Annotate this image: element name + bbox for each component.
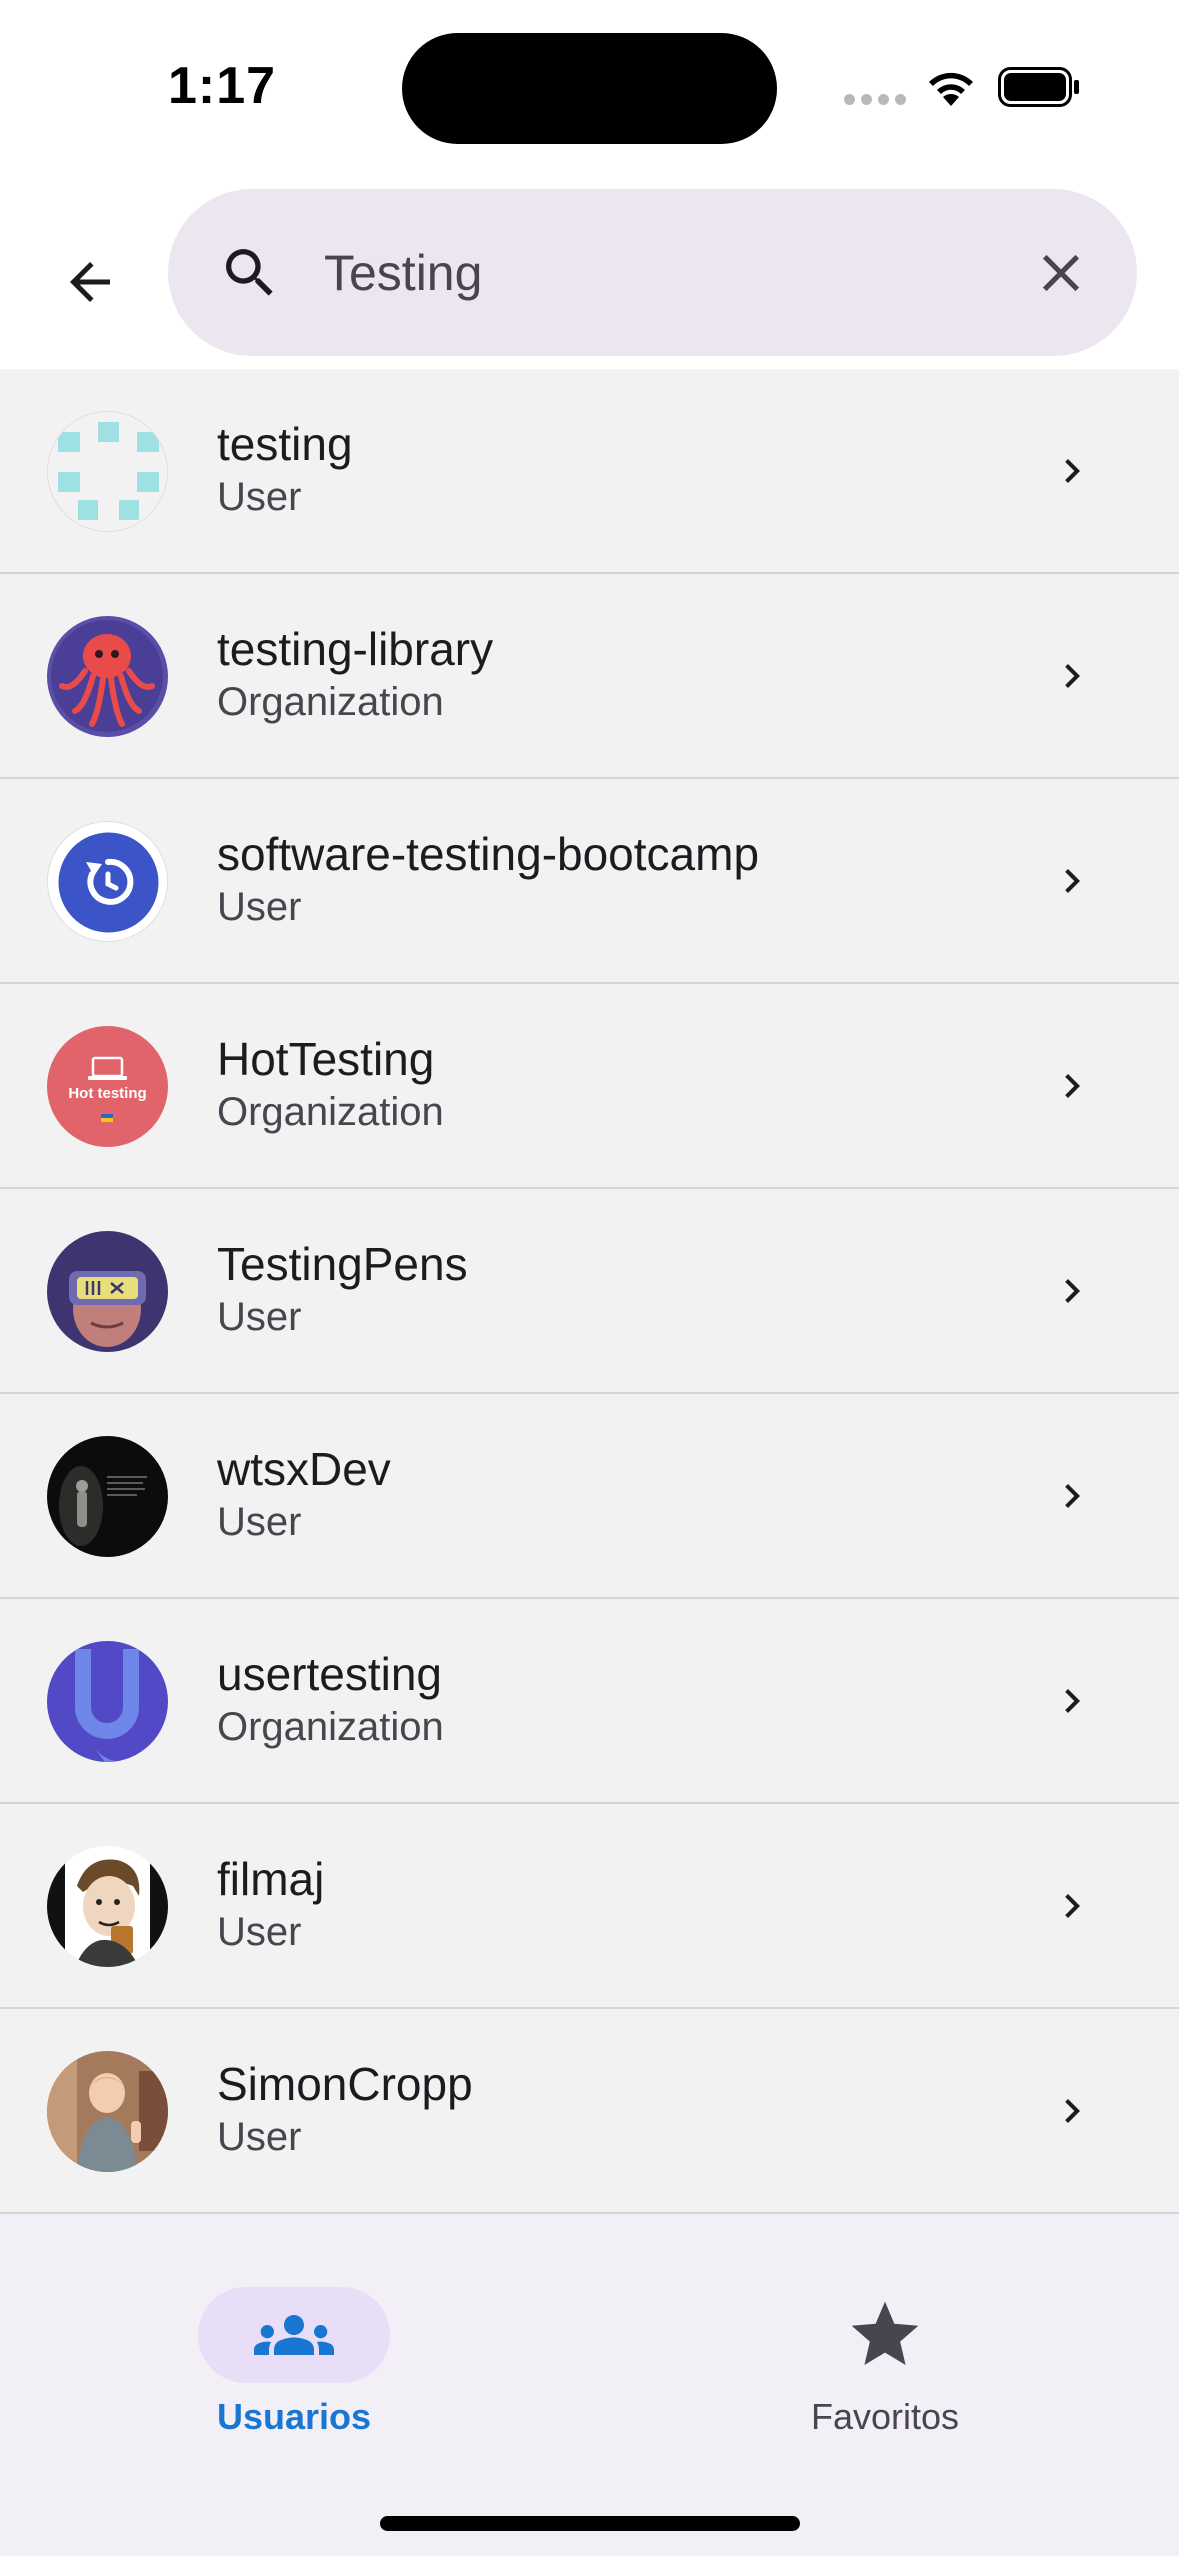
nav-item-users[interactable]: Usuarios <box>144 2250 444 2437</box>
list-item[interactable]: software-testing-bootcamp User <box>0 779 1179 984</box>
item-name: HotTesting <box>217 1033 435 1085</box>
item-name: filmaj <box>217 1853 325 1905</box>
list-item[interactable]: testing-library Organization <box>0 574 1179 779</box>
item-type: Organization <box>217 1705 444 1749</box>
app-screen: 1:17 Testing testing User testing-librar… <box>0 0 1179 2556</box>
nav-inactive-indicator <box>789 2287 981 2383</box>
item-type: User <box>217 885 302 929</box>
hot-testing-logo-text: Hot testing <box>68 1085 146 1102</box>
nav-item-favorites[interactable]: Favoritos <box>735 2250 1035 2437</box>
cellular-signal-icon <box>844 94 906 108</box>
item-name: wtsxDev <box>217 1443 391 1495</box>
nav-label-users: Usuarios <box>216 2396 372 2437</box>
list-item[interactable]: TestingPens User <box>0 1189 1179 1394</box>
chevron-right-icon <box>1065 1689 1080 1713</box>
chevron-right-icon <box>1065 869 1080 893</box>
item-type: User <box>217 1500 302 1544</box>
u-logo-avatar <box>47 1641 168 1762</box>
chevron-right-icon <box>1065 1894 1080 1918</box>
bottom-navigation: Usuarios Favoritos <box>0 2214 1179 2556</box>
refresh-logo-avatar <box>47 821 168 942</box>
list-item[interactable]: wtsxDev User <box>0 1394 1179 1599</box>
nav-active-indicator <box>198 2287 390 2383</box>
chevron-right-icon <box>1065 459 1080 483</box>
chevron-right-icon <box>1065 1484 1080 1508</box>
child-photo-avatar <box>47 2051 168 2172</box>
chevron-right-icon <box>1065 664 1080 688</box>
octopus-avatar <box>47 616 168 737</box>
item-type: User <box>217 475 302 519</box>
item-name: SimonCropp <box>217 2058 473 2110</box>
wifi-icon <box>929 72 973 106</box>
vr-face-avatar <box>47 1231 168 1352</box>
item-name: usertesting <box>217 1648 443 1700</box>
status-time: 1:17 <box>168 57 277 115</box>
list-item[interactable]: testing User <box>0 369 1179 574</box>
chevron-right-icon <box>1065 1074 1080 1098</box>
item-type: Organization <box>217 1090 444 1134</box>
arrow-back-icon <box>70 262 110 302</box>
home-indicator[interactable] <box>380 2516 800 2531</box>
item-name: software-testing-bootcamp <box>217 828 760 880</box>
search-bar[interactable] <box>168 189 1137 356</box>
list-item[interactable]: usertesting Organization <box>0 1599 1179 1804</box>
identicon-avatar <box>47 411 168 532</box>
list-item[interactable]: Hot testing HotTesting Organization <box>0 984 1179 1189</box>
item-name: testing <box>217 418 353 470</box>
dynamic-island <box>402 33 777 144</box>
list-item[interactable]: SimonCropp User <box>0 2009 1179 2214</box>
close-icon <box>1042 254 1080 292</box>
hot-testing-logo-avatar: Hot testing <box>47 1026 168 1147</box>
item-type: User <box>217 2115 302 2159</box>
star-icon <box>851 2301 919 2365</box>
cartoon-portrait-avatar <box>47 1846 168 1967</box>
list-item[interactable]: filmaj User <box>0 1804 1179 2009</box>
search-header <box>0 170 1179 369</box>
status-bar: 1:17 <box>0 0 1179 170</box>
item-name: testing-library <box>217 623 494 675</box>
battery-icon <box>998 67 1079 107</box>
search-input[interactable] <box>324 229 964 317</box>
chevron-right-icon <box>1065 1279 1080 1303</box>
item-type: User <box>217 1295 302 1339</box>
item-name: TestingPens <box>217 1238 468 1290</box>
clear-search-button[interactable] <box>1026 238 1096 308</box>
results-list: testing User testing-library Organizatio… <box>0 369 1179 2214</box>
back-button[interactable] <box>50 242 130 322</box>
group-icon <box>254 2315 334 2355</box>
chevron-right-icon <box>1065 2099 1080 2123</box>
nav-label-favorites: Favoritos <box>810 2396 960 2437</box>
search-icon <box>226 249 273 296</box>
dark-photo-avatar <box>47 1436 168 1557</box>
item-type: User <box>217 1910 302 1954</box>
item-type: Organization <box>217 680 444 724</box>
